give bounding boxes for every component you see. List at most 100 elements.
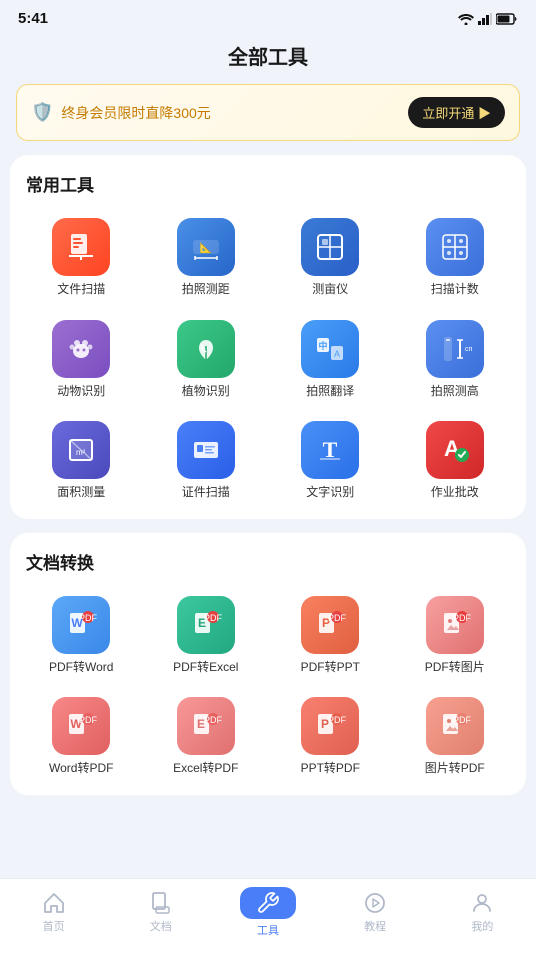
tool-scan-count-label: 扫描计数 [431, 282, 479, 298]
battery-icon [496, 13, 518, 25]
page-title: 全部工具 [228, 47, 308, 69]
home-icon [42, 891, 66, 915]
tool-homework-label: 作业批改 [431, 485, 479, 501]
nav-tutorial[interactable]: 教程 [345, 891, 405, 934]
status-icons [458, 13, 518, 25]
tool-animal-id-label: 动物识别 [57, 384, 105, 400]
tool-excel-pdf[interactable]: EPDF Excel转PDF [145, 689, 268, 785]
tool-pdf-excel-label: PDF转Excel [173, 660, 238, 676]
svg-text:cm: cm [465, 346, 472, 353]
svg-text:PDF: PDF [453, 715, 472, 725]
tool-pdf-excel[interactable]: EPDF PDF转Excel [145, 588, 268, 684]
tool-img-pdf[interactable]: PDF 图片转PDF [394, 689, 517, 785]
tool-file-scan[interactable]: 文件扫描 [20, 210, 143, 306]
tool-photo-measure-icon: 📐 [177, 218, 235, 276]
tool-photo-measure-label: 拍照测距 [182, 282, 230, 298]
tool-img-pdf-label: 图片转PDF [425, 761, 485, 777]
tool-excel-pdf-icon: EPDF [177, 697, 235, 755]
tool-photo-translate-icon: 中A [301, 320, 359, 378]
tool-pdf-word[interactable]: WPDF PDF转Word [20, 588, 143, 684]
tool-photo-height-label: 拍照测高 [431, 384, 479, 400]
tool-text-recog[interactable]: T 文字识别 [269, 413, 392, 509]
tool-word-pdf-icon: WPDF [52, 697, 110, 755]
tool-pdf-excel-icon: EPDF [177, 596, 235, 654]
tool-scan-count-icon [426, 218, 484, 276]
wifi-icon [458, 13, 474, 25]
svg-text:PDF: PDF [328, 613, 347, 623]
vip-banner[interactable]: 🛡️ 终身会员限时直降300元 立即开通 ▶ [16, 84, 520, 141]
tool-animal-id-icon [52, 320, 110, 378]
nav-tools[interactable]: 工具 [238, 887, 298, 938]
svg-text:PDF: PDF [79, 613, 98, 623]
svg-text:PDF: PDF [79, 715, 98, 725]
tool-plant-id-icon [177, 320, 235, 378]
vip-activate-button[interactable]: 立即开通 ▶ [408, 97, 505, 128]
bottom-nav: 首页 文档 工具 教程 我的 [0, 878, 536, 954]
tool-surveyor[interactable]: 测亩仪 [269, 210, 392, 306]
tool-ppt-pdf-label: PPT转PDF [301, 761, 360, 777]
mine-icon [470, 891, 494, 915]
banner-left: 🛡️ 终身会员限时直降300元 [31, 102, 211, 123]
nav-tools-label: 工具 [257, 922, 279, 938]
svg-text:PDF: PDF [204, 613, 223, 623]
doc-convert-section: 文档转换 WPDF PDF转Word EPDF PDF转Excel PPDF [10, 533, 526, 795]
tool-area-measure-icon: m² [52, 421, 110, 479]
tool-homework-icon: A [426, 421, 484, 479]
tool-scan-count[interactable]: 扫描计数 [394, 210, 517, 306]
svg-text:m²: m² [76, 448, 86, 457]
common-tools-title: 常用工具 [20, 171, 516, 196]
tool-pdf-img[interactable]: PDF PDF转图片 [394, 588, 517, 684]
tool-area-measure[interactable]: m² 面积测量 [20, 413, 143, 509]
tool-photo-translate-label: 拍照翻译 [306, 384, 354, 400]
tool-pdf-word-icon: WPDF [52, 596, 110, 654]
tool-id-scan-icon [177, 421, 235, 479]
nav-mine-label: 我的 [471, 918, 493, 934]
tool-id-scan[interactable]: 证件扫描 [145, 413, 268, 509]
status-bar: 5:41 [0, 0, 536, 31]
tool-plant-id[interactable]: 植物识别 [145, 312, 268, 408]
tool-img-pdf-icon: PDF [426, 697, 484, 755]
tool-plant-id-label: 植物识别 [182, 384, 230, 400]
tool-file-scan-icon [52, 218, 110, 276]
tool-word-pdf[interactable]: WPDF Word转PDF [20, 689, 143, 785]
tool-homework[interactable]: A 作业批改 [394, 413, 517, 509]
svg-text:PDF: PDF [453, 613, 472, 623]
svg-text:中: 中 [319, 340, 328, 351]
docs-icon [149, 891, 173, 915]
tool-excel-pdf-label: Excel转PDF [173, 761, 238, 777]
nav-home-label: 首页 [43, 918, 65, 934]
tool-photo-measure[interactable]: 📐 拍照测距 [145, 210, 268, 306]
svg-text:PDF: PDF [204, 715, 223, 725]
nav-tools-active-bg [240, 887, 296, 919]
crown-icon: 🛡️ [31, 102, 53, 123]
tool-surveyor-icon [301, 218, 359, 276]
svg-text:📐: 📐 [200, 241, 212, 254]
doc-convert-grid: WPDF PDF转Word EPDF PDF转Excel PPDF PDF转PP… [20, 588, 516, 785]
tool-photo-height-icon: cm [426, 320, 484, 378]
tool-pdf-ppt[interactable]: PPDF PDF转PPT [269, 588, 392, 684]
tool-animal-id[interactable]: 动物识别 [20, 312, 143, 408]
tool-surveyor-label: 测亩仪 [312, 282, 348, 298]
tool-word-pdf-label: Word转PDF [49, 761, 113, 777]
tools-icon [256, 891, 280, 915]
doc-convert-title: 文档转换 [20, 549, 516, 574]
tool-pdf-img-icon: PDF [426, 596, 484, 654]
tool-photo-height[interactable]: cm 拍照测高 [394, 312, 517, 408]
nav-home[interactable]: 首页 [24, 891, 84, 934]
tool-photo-translate[interactable]: 中A 拍照翻译 [269, 312, 392, 408]
tool-area-measure-label: 面积测量 [57, 485, 105, 501]
common-tools-grid: 文件扫描 📐 拍照测距 测亩仪 扫描计数 [20, 210, 516, 509]
status-time: 5:41 [18, 10, 48, 27]
nav-docs[interactable]: 文档 [131, 891, 191, 934]
tool-file-scan-label: 文件扫描 [57, 282, 105, 298]
nav-docs-label: 文档 [150, 918, 172, 934]
nav-mine[interactable]: 我的 [452, 891, 512, 934]
tool-pdf-ppt-icon: PPDF [301, 596, 359, 654]
common-tools-section: 常用工具 文件扫描 📐 拍照测距 测亩仪 [10, 155, 526, 519]
tool-text-recog-icon: T [301, 421, 359, 479]
tool-pdf-word-label: PDF转Word [49, 660, 113, 676]
tool-pdf-ppt-label: PDF转PPT [301, 660, 360, 676]
signal-icon [478, 13, 492, 25]
tool-text-recog-label: 文字识别 [306, 485, 354, 501]
tool-ppt-pdf[interactable]: PPDF PPT转PDF [269, 689, 392, 785]
